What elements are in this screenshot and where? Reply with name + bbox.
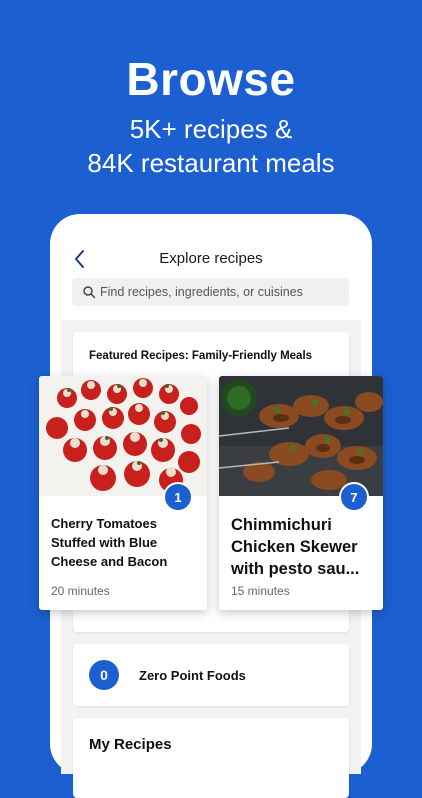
recipe-time: 15 minutes (231, 584, 290, 598)
recipe-time: 20 minutes (51, 584, 110, 598)
recipe-card-chimichurri-chicken[interactable]: 7 Chimmichuri Chicken Skewer with pesto … (219, 376, 383, 610)
recipe-title: Chimmichuri Chicken Skewer with pesto sa… (231, 516, 360, 578)
hero-title: Browse (126, 53, 296, 105)
my-recipes-label: My Recipes (89, 736, 172, 753)
recipe-card-cherry-tomatoes[interactable]: 1 Cherry Tomatoes Stuffed with Blue Chee… (39, 376, 207, 610)
hero-subtitle-line1: 5K+ recipes & (129, 114, 293, 144)
recipe-image-cherry-tomatoes (39, 376, 207, 496)
points-badge: 7 (339, 482, 369, 512)
recipe-title: Cherry Tomatoes Stuffed with Blue Cheese… (51, 516, 168, 569)
zero-point-foods-row[interactable]: 0 Zero Point Foods (73, 644, 349, 706)
zero-point-badge: 0 (89, 660, 119, 690)
screen-title: Explore recipes (159, 250, 263, 267)
points-badge: 1 (163, 482, 193, 512)
search-input[interactable] (100, 278, 340, 306)
hero-subtitle-line2: 84K restaurant meals (87, 148, 335, 178)
zero-point-foods-label: Zero Point Foods (139, 668, 246, 683)
my-recipes-section[interactable]: My Recipes (73, 718, 349, 798)
recipe-image-chimichurri-chicken (219, 376, 383, 496)
search-bar[interactable] (72, 278, 349, 306)
search-icon (83, 286, 96, 299)
featured-title: Featured Recipes: Family-Friendly Meals (89, 350, 313, 362)
